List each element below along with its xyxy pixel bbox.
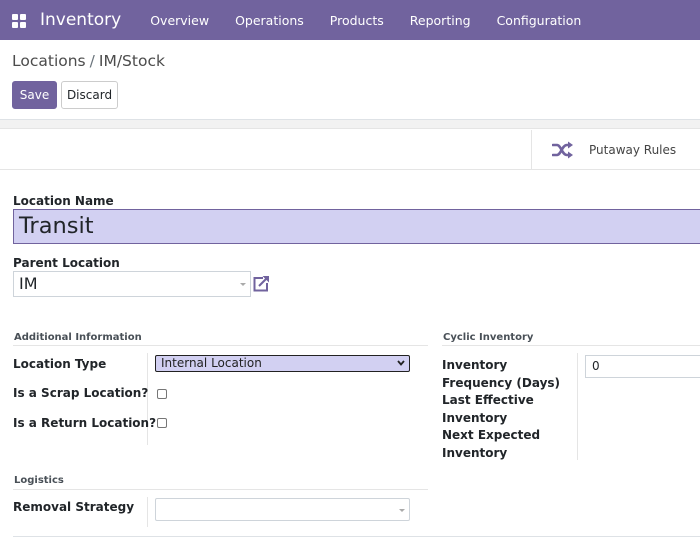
parent-location-value: IM: [19, 274, 38, 293]
last-effective-inventory-label: Last Effective Inventory: [442, 393, 534, 425]
top-navbar: Inventory Overview Operations Products R…: [0, 0, 700, 40]
cyclic-inventory-title: Cyclic Inventory: [443, 332, 534, 343]
inventory-frequency-input[interactable]: 0: [585, 355, 700, 378]
logistics-divider: [13, 489, 428, 490]
app-name[interactable]: Inventory: [40, 10, 121, 30]
menu-overview[interactable]: Overview: [150, 13, 209, 28]
cyclic-inventory-divider: [442, 345, 700, 346]
menu-configuration[interactable]: Configuration: [497, 13, 582, 28]
parent-location-label: Parent Location: [13, 256, 120, 270]
putaway-rules-label: Putaway Rules: [589, 143, 677, 157]
form-sheet-top-band: [0, 119, 700, 129]
apps-menu-icon[interactable]: [12, 13, 26, 28]
scrap-location-checkbox[interactable]: [157, 389, 167, 399]
location-name-input[interactable]: Transit: [13, 209, 700, 244]
location-type-select[interactable]: Internal Location: [155, 355, 410, 372]
logistics-title: Logistics: [14, 475, 64, 486]
cyclic-inventory-column-divider: [577, 353, 578, 460]
removal-strategy-select[interactable]: [155, 498, 410, 521]
location-name-label: Location Name: [13, 194, 114, 208]
save-button[interactable]: Save: [12, 81, 57, 109]
breadcrumb: Locations / IM/Stock: [12, 52, 165, 70]
form-bottom-divider: [13, 536, 700, 537]
chevron-down-icon: [397, 360, 405, 366]
location-type-value: Internal Location: [161, 356, 262, 370]
removal-strategy-label: Removal Strategy: [13, 500, 135, 514]
additional-info-title: Additional Information: [14, 332, 142, 343]
next-expected-inventory-label: Next Expected Inventory: [442, 428, 541, 460]
chevron-down-icon: [240, 283, 246, 286]
shuffle-icon: [552, 141, 573, 159]
location-type-label: Location Type: [13, 357, 107, 371]
additional-info-divider: [13, 345, 428, 346]
return-location-label: Is a Return Location?: [13, 416, 157, 430]
inventory-frequency-label: Inventory Frequency (Days): [442, 358, 561, 390]
breadcrumb-current: IM/Stock: [98, 52, 165, 70]
breadcrumb-separator: /: [89, 52, 95, 70]
discard-button[interactable]: Discard: [61, 81, 118, 109]
breadcrumb-locations-link[interactable]: Locations: [12, 52, 86, 70]
external-link-icon[interactable]: [252, 275, 270, 293]
menu-products[interactable]: Products: [330, 13, 384, 28]
return-location-checkbox[interactable]: [157, 418, 167, 428]
putaway-rules-button[interactable]: Putaway Rules: [531, 130, 700, 170]
chevron-down-icon: [399, 509, 405, 512]
menu-operations[interactable]: Operations: [235, 13, 304, 28]
parent-location-input[interactable]: IM: [13, 271, 251, 297]
logistics-column-divider: [147, 497, 148, 527]
menu-reporting[interactable]: Reporting: [410, 13, 471, 28]
scrap-location-label: Is a Scrap Location?: [13, 386, 149, 400]
button-box: Putaway Rules: [0, 130, 700, 170]
